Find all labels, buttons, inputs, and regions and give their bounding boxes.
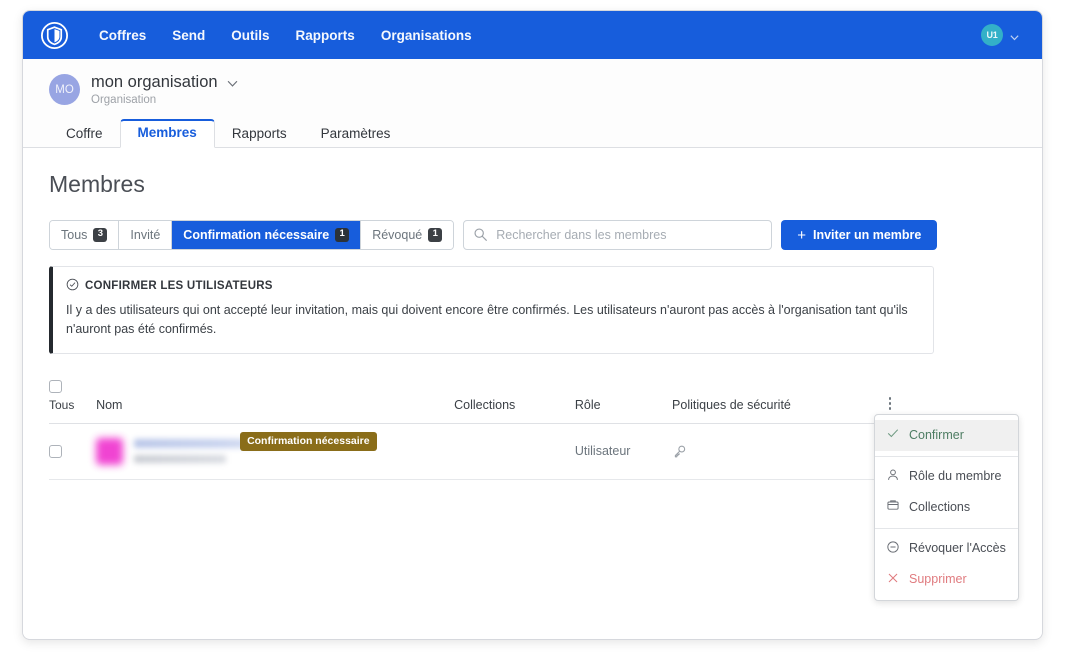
- header-select-all: Tous: [49, 373, 97, 424]
- vertical-dots-icon[interactable]: [887, 395, 894, 412]
- dropdown-section-destructive: Révoquer l'Accès Supprimer: [875, 527, 1018, 600]
- invite-member-label: Inviter un membre: [813, 228, 922, 242]
- row-role-cell: Utilisateur: [574, 423, 673, 480]
- row-member-cell: Confirmation nécessaire: [96, 423, 455, 480]
- member-options-dropdown: Confirmer Rôle du membre Collections Rév…: [874, 414, 1019, 602]
- menu-item-collections-label: Collections: [909, 499, 971, 514]
- avatar[interactable]: U1: [981, 24, 1003, 46]
- members-table-head: Tous Nom Collections Rôle Politiques de …: [49, 373, 934, 424]
- menu-item-role-du-membre[interactable]: Rôle du membre: [875, 462, 1018, 493]
- menu-item-revoquer-label: Révoquer l'Accès: [909, 541, 1006, 556]
- check-icon: [886, 426, 900, 445]
- close-x-icon: [886, 571, 900, 590]
- nav-link-organisations[interactable]: Organisations: [368, 22, 485, 49]
- plus-icon: +: [797, 226, 806, 244]
- menu-item-confirmer-label: Confirmer: [909, 427, 964, 442]
- dropdown-section-confirm: Confirmer: [875, 415, 1018, 456]
- menu-item-role-label: Rôle du membre: [909, 469, 1002, 484]
- main-content: Membres Tous 3 Invité Confirmation néces…: [23, 148, 1042, 638]
- filter-confirmation-count: 1: [335, 228, 350, 242]
- member-avatar: [96, 437, 124, 465]
- tab-membres[interactable]: Membres: [119, 119, 215, 148]
- search-icon: [473, 227, 488, 242]
- menu-item-supprimer-label: Supprimer: [909, 572, 967, 586]
- top-navbar: Coffres Send Outils Rapports Organisatio…: [23, 11, 1042, 59]
- filter-revoque[interactable]: Révoqué 1: [361, 221, 454, 249]
- folder-icon: [886, 498, 900, 517]
- filter-confirmation-necessaire[interactable]: Confirmation nécessaire 1: [172, 221, 362, 249]
- callout-body: Il y a des utilisateurs qui ont accepté …: [66, 303, 908, 337]
- app-window: Coffres Send Outils Rapports Organisatio…: [22, 10, 1043, 640]
- callout-title-row: CONFIRMER LES UTILISATEURS: [66, 278, 919, 294]
- nav-link-send[interactable]: Send: [159, 22, 218, 49]
- page-title: Membres: [49, 171, 145, 197]
- members-table: Tous Nom Collections Rôle Politiques de …: [49, 373, 934, 480]
- menu-item-revoquer-acces[interactable]: Révoquer l'Accès: [875, 534, 1018, 565]
- menu-item-supprimer[interactable]: Supprimer: [875, 565, 1018, 596]
- row-collections-cell: [454, 423, 575, 480]
- nav-link-rapports[interactable]: Rapports: [283, 22, 368, 49]
- tab-bar: Coffre Membres Rapports Paramètres: [23, 117, 1042, 148]
- confirm-users-callout: CONFIRMER LES UTILISATEURS Il y a des ut…: [49, 266, 934, 354]
- filter-invite-label: Invité: [130, 228, 161, 242]
- row-checkbox[interactable]: [49, 444, 62, 458]
- organization-header: MO mon organisation Organisation: [23, 59, 1042, 117]
- table-row[interactable]: Confirmation nécessaire Utilisateur: [49, 423, 934, 480]
- search-input[interactable]: [463, 220, 773, 250]
- filter-tous[interactable]: Tous 3: [50, 221, 120, 249]
- chevron-down-icon[interactable]: [1009, 30, 1020, 41]
- menu-item-confirmer[interactable]: Confirmer: [875, 420, 1018, 451]
- check-circle-icon: [66, 278, 79, 294]
- minus-circle-icon: [886, 540, 900, 559]
- filter-tous-count: 3: [93, 228, 108, 242]
- header-nom: Nom: [96, 373, 455, 424]
- tab-rapports[interactable]: Rapports: [215, 121, 304, 148]
- filter-invite[interactable]: Invité: [119, 221, 173, 249]
- account-menu[interactable]: U1: [981, 24, 1020, 46]
- menu-item-collections[interactable]: Collections: [875, 492, 1018, 523]
- select-all-label: Tous: [49, 397, 75, 412]
- invite-member-button[interactable]: + Inviter un membre: [781, 220, 938, 250]
- filter-revoque-label: Révoqué: [372, 228, 423, 242]
- tab-coffre[interactable]: Coffre: [49, 121, 120, 148]
- row-checkbox-cell: [49, 423, 97, 480]
- header-role: Rôle: [574, 373, 673, 424]
- status-filter-group: Tous 3 Invité Confirmation nécessaire 1 …: [49, 220, 455, 250]
- organization-subtitle: Organisation: [91, 94, 157, 107]
- user-icon: [886, 468, 900, 487]
- organization-text: mon organisation Organisation: [91, 73, 239, 107]
- members-table-body: Confirmation nécessaire Utilisateur: [49, 423, 934, 480]
- member-role: Utilisateur: [574, 444, 631, 459]
- row-policies-cell: [672, 423, 887, 480]
- nav-link-coffres[interactable]: Coffres: [86, 22, 159, 49]
- chevron-down-icon[interactable]: [226, 77, 239, 90]
- nav-links: Coffres Send Outils Rapports Organisatio…: [86, 22, 485, 49]
- header-politiques-de-securite: Politiques de sécurité: [672, 373, 887, 424]
- member-identity: Confirmation nécessaire: [96, 432, 454, 465]
- filter-confirmation-label: Confirmation nécessaire: [183, 228, 330, 242]
- organization-switcher[interactable]: mon organisation: [91, 73, 239, 91]
- filter-tous-label: Tous: [61, 228, 88, 242]
- nav-link-outils[interactable]: Outils: [218, 22, 282, 49]
- members-toolbar: Tous 3 Invité Confirmation nécessaire 1 …: [49, 220, 1016, 250]
- filter-revoque-count: 1: [428, 228, 443, 242]
- organization-name: mon organisation: [91, 73, 218, 91]
- header-collections: Collections: [454, 373, 575, 424]
- status-badge: Confirmation nécessaire: [240, 432, 377, 452]
- organization-avatar: MO: [49, 74, 80, 105]
- bitwarden-shield-logo-icon[interactable]: [41, 21, 68, 49]
- dropdown-section-manage: Rôle du membre Collections: [875, 455, 1018, 528]
- table-header-row: Tous Nom Collections Rôle Politiques de …: [49, 373, 934, 424]
- member-email-redacted: [134, 455, 227, 464]
- search-wrapper: [463, 220, 773, 250]
- select-all-checkbox[interactable]: [49, 379, 62, 393]
- member-meta: Confirmation nécessaire: [134, 432, 377, 464]
- tab-parametres[interactable]: Paramètres: [304, 121, 408, 148]
- key-icon: [672, 444, 687, 459]
- callout-title: CONFIRMER LES UTILISATEURS: [85, 280, 273, 292]
